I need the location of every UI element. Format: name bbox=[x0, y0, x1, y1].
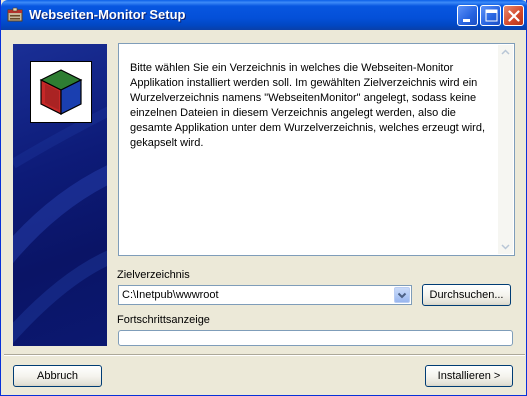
scroll-down-icon[interactable] bbox=[498, 239, 513, 254]
minimize-button[interactable] bbox=[457, 5, 478, 26]
product-logo bbox=[30, 61, 92, 123]
description-box[interactable]: Bitte wählen Sie ein Verzeichnis in welc… bbox=[118, 43, 515, 256]
target-directory-combobox[interactable]: C:\Inetpub\wwwroot bbox=[118, 285, 412, 305]
vertical-scrollbar[interactable] bbox=[498, 45, 513, 254]
package-box-icon bbox=[39, 69, 83, 115]
maximize-button[interactable] bbox=[480, 5, 501, 26]
dialog-body: Bitte wählen Sie ein Verzeichnis in welc… bbox=[4, 30, 525, 393]
cancel-button[interactable]: Abbruch bbox=[13, 365, 102, 387]
setup-window: Webseiten-Monitor Setup Bitte wählen Sie… bbox=[0, 0, 527, 396]
install-button[interactable]: Installieren > bbox=[425, 365, 513, 387]
setup-installer-icon bbox=[7, 7, 23, 23]
window-title: Webseiten-Monitor Setup bbox=[29, 7, 186, 22]
progress-label: Fortschrittsanzeige bbox=[117, 314, 210, 326]
footer-separator bbox=[4, 354, 525, 356]
chevron-down-icon bbox=[397, 292, 407, 299]
side-banner bbox=[13, 44, 107, 346]
description-text: Bitte wählen Sie ein Verzeichnis in welc… bbox=[130, 62, 486, 149]
combobox-dropdown-button[interactable] bbox=[394, 287, 410, 303]
close-button[interactable] bbox=[503, 5, 524, 26]
maximize-icon bbox=[485, 9, 498, 22]
target-directory-value[interactable]: C:\Inetpub\wwwroot bbox=[122, 289, 219, 301]
progress-bar bbox=[118, 330, 513, 346]
browse-button[interactable]: Durchsuchen... bbox=[422, 284, 511, 306]
minimize-icon bbox=[463, 19, 470, 22]
close-icon bbox=[508, 10, 520, 22]
title-bar[interactable]: Webseiten-Monitor Setup bbox=[1, 0, 527, 30]
scroll-up-icon[interactable] bbox=[498, 45, 513, 60]
target-directory-label: Zielverzeichnis bbox=[117, 269, 190, 281]
